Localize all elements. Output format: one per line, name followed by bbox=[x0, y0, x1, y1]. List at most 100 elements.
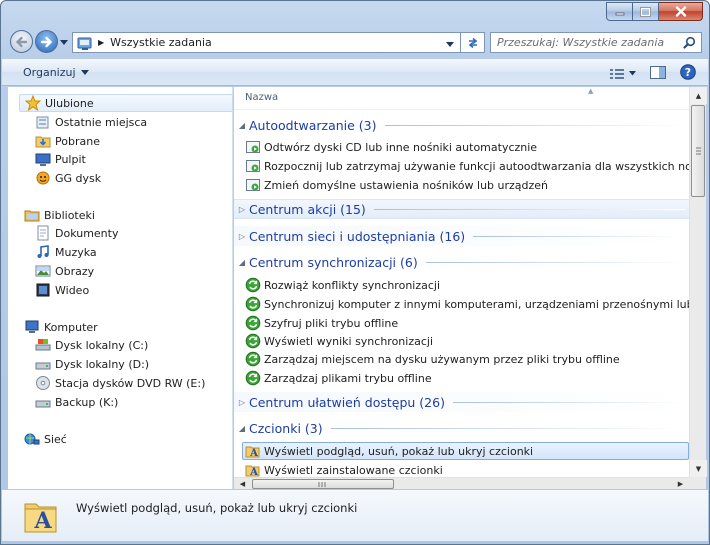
nav-drive-e[interactable]: Stacja dysków DVD RW (E:) bbox=[35, 374, 205, 392]
maximize-icon bbox=[640, 6, 651, 17]
task-label: Synchronizuj komputer z innymi komputera… bbox=[264, 297, 689, 311]
search-input[interactable] bbox=[497, 36, 673, 49]
nav-music[interactable]: Muzyka bbox=[35, 243, 97, 261]
change-view-button[interactable] bbox=[610, 68, 636, 80]
svg-text:A: A bbox=[249, 467, 258, 477]
sync-icon bbox=[245, 277, 261, 293]
group-title: Czcionki (3) bbox=[249, 420, 323, 436]
svg-text:A: A bbox=[249, 448, 258, 459]
expanded-triangle-icon: ◢ bbox=[238, 120, 246, 130]
task-item[interactable]: Rozpocznij lub zatrzymaj używanie funkcj… bbox=[245, 157, 689, 175]
help-icon: ? bbox=[680, 64, 696, 80]
dvd-drive-icon bbox=[35, 375, 51, 391]
music-icon bbox=[35, 244, 51, 260]
preview-pane-button[interactable] bbox=[650, 65, 666, 82]
column-header-name[interactable]: Nazwa bbox=[245, 92, 278, 103]
back-button[interactable] bbox=[10, 30, 33, 53]
documents-icon bbox=[35, 225, 51, 241]
task-label: Zarządzaj plikami trybu offline bbox=[264, 371, 432, 385]
nav-pictures[interactable]: Obrazy bbox=[35, 262, 94, 280]
group-ease-of-access[interactable]: ▷ Centrum ułatwień dostępu (26) bbox=[234, 392, 689, 412]
nav-desktop[interactable]: Pulpit bbox=[35, 150, 86, 168]
task-item[interactable]: A Wyświetl zainstalowane czcionki bbox=[245, 461, 689, 477]
search-button[interactable] bbox=[683, 36, 696, 52]
collapsed-triangle-icon: ▷ bbox=[238, 231, 246, 241]
group-divider bbox=[373, 208, 685, 210]
scroll-down-button[interactable]: ▼ bbox=[690, 460, 707, 477]
group-title: Centrum akcji (15) bbox=[249, 201, 366, 217]
header-divider bbox=[234, 109, 689, 110]
help-button[interactable]: ? bbox=[680, 64, 696, 83]
address-bar[interactable]: ▶ Wszystkie zadania bbox=[72, 32, 461, 53]
nav-network-label: Sieć bbox=[44, 432, 67, 446]
nav-item-label: Pobrane bbox=[55, 134, 100, 148]
organize-menu-button[interactable]: Organizuj bbox=[23, 66, 89, 79]
nav-downloads[interactable]: Pobrane bbox=[35, 132, 100, 150]
minimize-button[interactable] bbox=[606, 2, 633, 21]
sort-ascending-icon: ▲ bbox=[588, 87, 594, 95]
group-action-center[interactable]: ▷ Centrum akcji (15) bbox=[234, 199, 689, 219]
nav-computer[interactable]: Komputer bbox=[24, 318, 98, 336]
nav-drive-k[interactable]: Backup (K:) bbox=[35, 393, 118, 411]
nav-drive-d[interactable]: Dysk lokalny (D:) bbox=[35, 355, 149, 373]
details-description: Wyświetl podgląd, usuń, pokaż lub ukryj … bbox=[76, 501, 358, 515]
group-network-center[interactable]: ▷ Centrum sieci i udostępniania (16) bbox=[234, 226, 689, 246]
task-item[interactable]: Zarządzaj plikami trybu offline bbox=[245, 369, 689, 387]
search-icon bbox=[683, 36, 696, 49]
recent-places-icon bbox=[35, 114, 51, 130]
view-options-icon bbox=[610, 68, 624, 79]
control-panel-icon bbox=[77, 37, 92, 50]
fonts-folder-large-icon: A bbox=[23, 496, 59, 537]
refresh-icon bbox=[468, 37, 477, 48]
nav-network[interactable]: Sieć bbox=[24, 430, 67, 448]
system-drive-icon bbox=[35, 337, 51, 353]
vertical-scroll-thumb[interactable] bbox=[691, 105, 705, 197]
sync-icon bbox=[245, 370, 261, 386]
nav-gg-disk[interactable]: GG dysk bbox=[35, 169, 101, 187]
refresh-button[interactable] bbox=[461, 32, 485, 53]
star-icon bbox=[25, 95, 41, 111]
toolbar-right: ? bbox=[610, 64, 696, 83]
address-dropdown[interactable] bbox=[446, 38, 454, 51]
sync-icon bbox=[245, 296, 261, 312]
nav-favorites[interactable]: Ulubione bbox=[19, 94, 233, 112]
task-item[interactable]: Zarządzaj miejscem na dysku używanym prz… bbox=[245, 350, 689, 368]
nav-libraries[interactable]: Biblioteki bbox=[24, 206, 95, 224]
task-item[interactable]: Odtwórz dyski CD lub inne nośniki automa… bbox=[245, 138, 689, 156]
nav-documents[interactable]: Dokumenty bbox=[35, 224, 118, 242]
collapsed-triangle-icon: ▷ bbox=[238, 397, 246, 407]
videos-icon bbox=[35, 282, 51, 298]
search-box[interactable] bbox=[490, 32, 702, 53]
group-sync-center[interactable]: ◢ Centrum synchronizacji (6) bbox=[234, 252, 689, 272]
collapsed-triangle-icon: ▷ bbox=[238, 204, 246, 214]
nav-videos[interactable]: Wideo bbox=[35, 281, 89, 299]
task-item[interactable]: Wyświetl wyniki synchronizacji bbox=[245, 332, 689, 350]
autoplay-icon bbox=[245, 139, 261, 155]
task-item[interactable]: Synchronizuj komputer z innymi komputera… bbox=[245, 295, 689, 313]
task-label: Wyświetl podgląd, usuń, pokaż lub ukryj … bbox=[264, 444, 534, 458]
group-divider bbox=[425, 261, 685, 263]
scroll-up-button[interactable]: ▲ bbox=[690, 87, 707, 104]
nav-recent-places[interactable]: Ostatnie miejsca bbox=[35, 113, 147, 131]
vertical-scrollbar[interactable]: ▲ ▼ bbox=[689, 87, 707, 477]
task-item[interactable]: Szyfruj pliki trybu offline bbox=[245, 314, 689, 332]
maximize-button[interactable] bbox=[633, 2, 659, 21]
nav-drive-c[interactable]: Dysk lokalny (C:) bbox=[35, 336, 148, 354]
horizontal-scroll-thumb[interactable] bbox=[252, 479, 394, 489]
task-item-selected[interactable]: A Wyświetl podgląd, usuń, pokaż lub ukry… bbox=[242, 442, 689, 460]
recent-pages-dropdown[interactable] bbox=[60, 36, 68, 49]
horizontal-scrollbar[interactable]: ◀ ▶ bbox=[234, 477, 689, 489]
chevron-down-icon bbox=[60, 40, 68, 45]
task-item[interactable]: Zmień domyślne ustawienia nośników lub u… bbox=[245, 176, 689, 194]
breadcrumb-current[interactable]: Wszystkie zadania bbox=[110, 36, 212, 49]
close-button[interactable] bbox=[659, 2, 703, 21]
group-divider bbox=[452, 401, 685, 403]
explorer-window: ▶ Wszystkie zadania Organizuj ? bbox=[0, 0, 710, 545]
task-item[interactable]: Rozwiąż konflikty synchronizacji bbox=[245, 276, 689, 294]
nav-item-label: Dysk lokalny (D:) bbox=[55, 357, 150, 371]
group-autoplay[interactable]: ◢ Autoodtwarzanie (3) bbox=[234, 115, 689, 135]
group-title: Centrum sieci i udostępniania (16) bbox=[249, 228, 466, 244]
forward-button[interactable] bbox=[35, 30, 58, 53]
nav-item-label: GG dysk bbox=[55, 171, 102, 185]
group-fonts[interactable]: ◢ Czcionki (3) bbox=[234, 418, 689, 438]
